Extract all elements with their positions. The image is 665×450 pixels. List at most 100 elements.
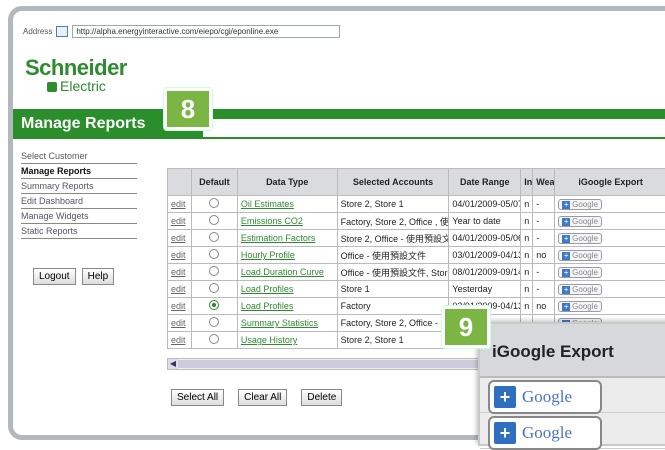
default-radio[interactable]	[209, 232, 219, 242]
sidebar-item-select-customer[interactable]: Select Customer	[21, 149, 137, 164]
weather-adj-cell: -	[533, 264, 555, 281]
sidebar-item-manage-widgets[interactable]: Manage Widgets	[21, 209, 137, 224]
google-export-button[interactable]: Google	[558, 199, 602, 210]
data-type-link[interactable]: Load Duration Curve	[237, 264, 337, 281]
scroll-left-icon[interactable]: ◀	[168, 359, 178, 369]
igoogle-cell: Google	[555, 298, 665, 315]
scrollbar-thumb[interactable]	[178, 360, 478, 368]
google-export-button[interactable]: Google	[558, 233, 602, 244]
table-row: edit Oil EstimatesStore 2, Store 104/01/2…	[168, 196, 665, 213]
google-export-button[interactable]: Google	[558, 284, 602, 295]
google-button-label: Google	[522, 423, 572, 443]
sidebar-item-static-reports[interactable]: Static Reports	[21, 224, 137, 239]
select-all-button[interactable]: Select All	[171, 389, 224, 406]
table-row: editHourly ProfileOffice - 使用預設文件03/01/2…	[168, 247, 665, 264]
col-header-edit	[168, 169, 192, 196]
data-type-link[interactable]: Oil Estimates	[237, 196, 337, 213]
selected-accounts-cell: Office - 使用預設文件, Store	[337, 264, 449, 281]
selected-accounts-cell: Store 1	[337, 281, 449, 298]
edit-link[interactable]: edit	[168, 298, 192, 315]
google-export-button[interactable]: Google	[558, 250, 602, 261]
in-cell: n	[521, 213, 533, 230]
zoom-header: iGoogle Export	[480, 324, 665, 378]
data-type-link[interactable]: Estimation Factors	[237, 230, 337, 247]
selected-accounts-cell: Factory, Store 2, Office , 使用	[337, 213, 449, 230]
google-export-button[interactable]: Google	[558, 301, 602, 312]
table-header-row: Default Data Type Selected Accounts Date…	[168, 169, 665, 196]
zoom-row: + Google	[480, 414, 665, 449]
sidebar-item-summary-reports[interactable]: Summary Reports	[21, 179, 137, 194]
in-cell: n	[521, 247, 533, 264]
data-type-link[interactable]: Load Profiles	[237, 281, 337, 298]
default-radio[interactable]	[209, 334, 219, 344]
callout-badge-8: 8	[164, 88, 212, 130]
data-type-link[interactable]: Hourly Profile	[237, 247, 337, 264]
data-type-link[interactable]: Emissions CO2	[237, 213, 337, 230]
logo-text-line2: Electric	[47, 79, 127, 93]
edit-link[interactable]: edit	[168, 315, 192, 332]
date-range-cell: 04/01/2009-05/06	[449, 230, 521, 247]
table-row: edit Emissions CO2Factory, Store 2, Offic…	[168, 213, 665, 230]
weather-adj-cell: no	[533, 298, 555, 315]
col-header-date-range: Date Range	[449, 169, 521, 196]
col-header-accounts: Selected Accounts	[337, 169, 449, 196]
table-row: editLoad ProfilesStore 1Yesterdayn-Googl…	[168, 281, 665, 298]
clear-all-button[interactable]: Clear All	[238, 389, 287, 406]
default-radio[interactable]	[209, 198, 219, 208]
in-cell: n	[521, 230, 533, 247]
brand-logo: Schneider Electric	[25, 57, 127, 93]
date-range-cell: Yesterday	[449, 281, 521, 298]
sidebar-item-manage-reports[interactable]: Manage Reports	[21, 164, 137, 179]
col-header-data-type: Data Type	[237, 169, 337, 196]
edit-link[interactable]: edit	[168, 281, 192, 298]
weather-adj-cell: -	[533, 281, 555, 298]
default-radio[interactable]	[209, 266, 219, 276]
edit-link[interactable]: edit	[168, 213, 192, 230]
callout-badge-9: 9	[442, 306, 490, 348]
date-range-cell: 03/01/2009-04/13	[449, 247, 521, 264]
data-type-link[interactable]: Load Profiles	[237, 298, 337, 315]
igoogle-cell: Google	[555, 281, 665, 298]
google-export-button[interactable]: Google	[558, 267, 602, 278]
edit-link[interactable]: edit	[168, 247, 192, 264]
url-field[interactable]: http://alpha.energyinteractive.com/eiepo…	[72, 25, 340, 38]
edit-link[interactable]: edit	[168, 230, 192, 247]
delete-button[interactable]: Delete	[301, 389, 342, 406]
logout-button[interactable]: Logout	[33, 268, 76, 285]
weather-adj-cell: -	[533, 196, 555, 213]
default-radio-cell	[191, 315, 237, 332]
default-radio[interactable]	[209, 300, 219, 310]
default-radio[interactable]	[209, 283, 219, 293]
igoogle-cell: Google	[555, 230, 665, 247]
in-cell: n	[521, 298, 533, 315]
help-button[interactable]: Help	[82, 268, 115, 285]
google-export-button[interactable]: Google	[558, 216, 602, 227]
google-export-button[interactable]: + Google	[488, 380, 602, 414]
default-radio[interactable]	[209, 215, 219, 225]
sidebar-item-edit-dashboard[interactable]: Edit Dashboard	[21, 194, 137, 209]
date-range-cell: 04/01/2009-05/07	[449, 196, 521, 213]
data-type-link[interactable]: Usage History	[237, 332, 337, 349]
logo-text-line1: Schneider	[25, 55, 127, 80]
google-button-label: Google	[522, 387, 572, 407]
default-radio-cell	[191, 247, 237, 264]
browser-page-icon	[56, 26, 68, 37]
google-export-button[interactable]: + Google	[488, 416, 602, 450]
default-radio[interactable]	[209, 317, 219, 327]
page-title: Manage Reports	[21, 115, 145, 133]
col-header-weather-adj: Wea Adju	[533, 169, 555, 196]
in-cell: n	[521, 196, 533, 213]
plus-icon: +	[494, 386, 516, 408]
data-type-link[interactable]: Summary Statistics	[237, 315, 337, 332]
selected-accounts-cell: Store 2, Store 1	[337, 196, 449, 213]
igoogle-cell: Google	[555, 247, 665, 264]
edit-link[interactable]: edit	[168, 196, 192, 213]
edit-link[interactable]: edit	[168, 264, 192, 281]
default-radio[interactable]	[209, 249, 219, 259]
edit-link[interactable]: edit	[168, 332, 192, 349]
table-row: editLoad ProfilesFactory03/01/2009-04/13…	[168, 298, 665, 315]
page-header-bar: Manage Reports	[13, 109, 665, 139]
igoogle-cell: Google	[555, 213, 665, 230]
igoogle-export-zoom-panel: iGoogle Export + Google + Google	[478, 322, 665, 446]
col-header-default: Default	[191, 169, 237, 196]
